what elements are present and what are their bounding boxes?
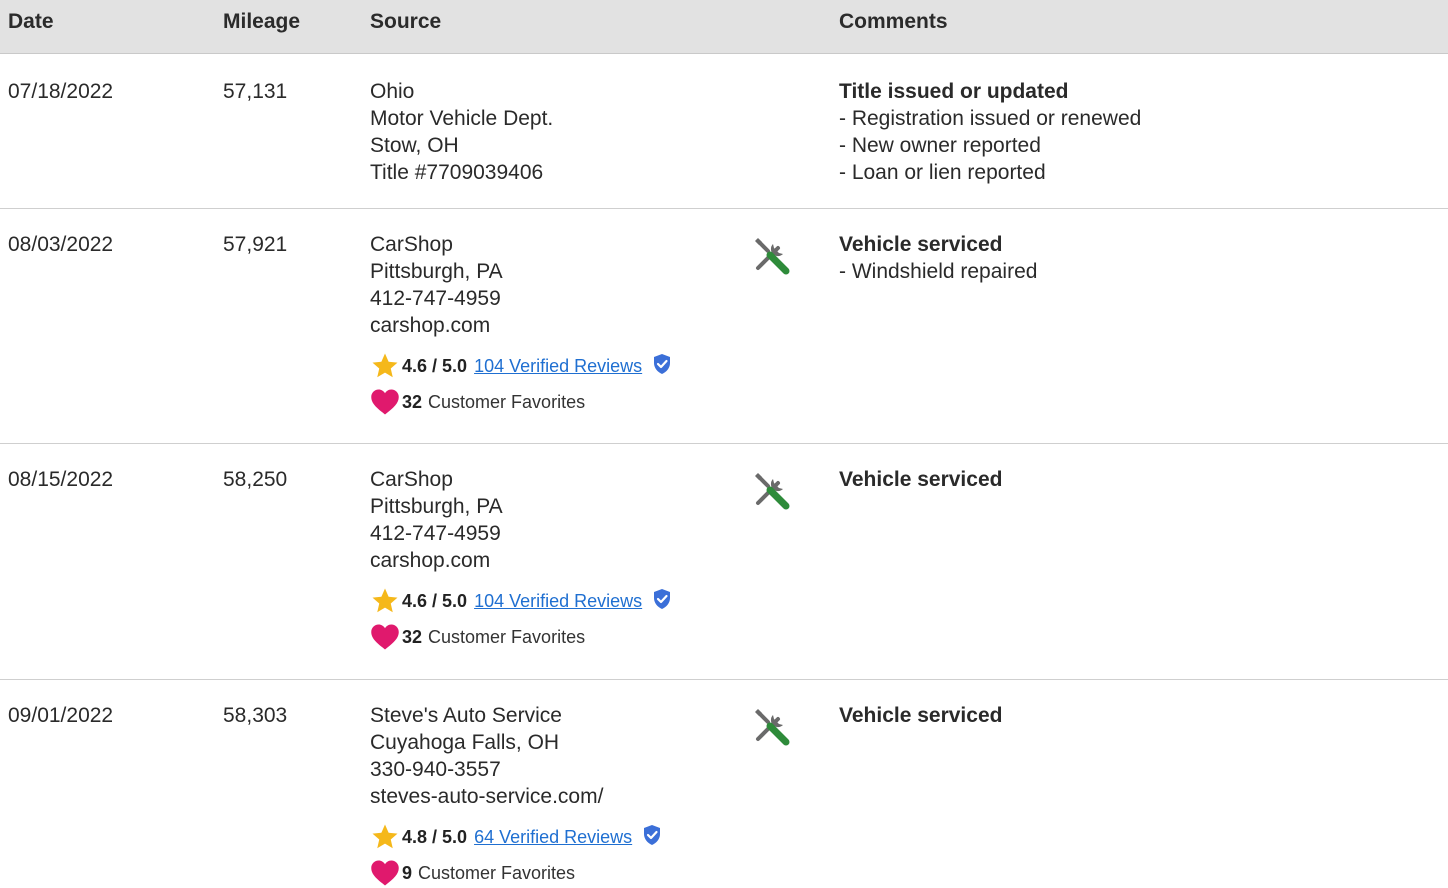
rating-value: 4.6 / 5.0 [402, 590, 468, 611]
source-line: Stow, OH [370, 134, 459, 157]
heart-icon [370, 858, 402, 888]
header-mileage[interactable]: Mileage [223, 10, 300, 34]
row-date: 08/03/2022 [8, 233, 114, 256]
row-date: 07/18/2022 [8, 80, 114, 103]
verified-shield-icon [652, 588, 672, 615]
shop-meta: 4.8 / 5.0 64 Verified Reviews 9 Customer… [370, 824, 662, 886]
row-comments: Vehicle serviced - Windshield repaired [839, 231, 1037, 285]
source-line: CarShop [370, 233, 453, 256]
row-mileage: 58,250 [223, 468, 288, 491]
star-icon [370, 586, 402, 616]
service-tools-icon [752, 706, 792, 753]
vehicle-history-table: Date Mileage Source Comments 07/18/2022 … [0, 0, 1448, 888]
verified-reviews-link[interactable]: 104 Verified Reviews [474, 356, 642, 377]
row-comments: Title issued or updated - Registration i… [839, 78, 1141, 186]
row-mileage: 58,303 [223, 704, 288, 727]
verified-shield-icon [652, 353, 672, 380]
table-header: Date Mileage Source Comments [0, 0, 1448, 54]
favorites-row: 32 Customer Favorites [370, 389, 672, 415]
star-icon [370, 822, 402, 852]
heart-icon [370, 622, 402, 652]
favorites-label: Customer Favorites [428, 391, 586, 412]
favorites-row: 32 Customer Favorites [370, 624, 672, 650]
source-line: 412-747-4959 [370, 522, 501, 545]
comment-item: - New owner reported [839, 134, 1041, 157]
service-tools-icon [752, 470, 792, 517]
comment-item: - Registration issued or renewed [839, 107, 1142, 130]
rating-row: 4.6 / 5.0 104 Verified Reviews [370, 588, 672, 614]
row-source: Ohio Motor Vehicle Dept. Stow, OH Title … [370, 78, 553, 186]
source-line[interactable]: carshop.com [370, 312, 503, 339]
header-date[interactable]: Date [8, 10, 54, 34]
favorites-count: 9 [402, 862, 413, 883]
star-icon [370, 351, 402, 381]
table-row: 07/18/2022 57,131 Ohio Motor Vehicle Dep… [0, 54, 1448, 209]
row-date: 09/01/2022 [8, 704, 114, 727]
row-source: CarShop Pittsburgh, PA 412-747-4959 cars… [370, 231, 503, 339]
favorites-label: Customer Favorites [418, 862, 576, 883]
row-source: Steve's Auto Service Cuyahoga Falls, OH … [370, 702, 603, 810]
comment-title: Vehicle serviced [839, 468, 1003, 491]
heart-icon [370, 387, 402, 417]
favorites-count: 32 [402, 626, 423, 647]
verified-reviews-link[interactable]: 104 Verified Reviews [474, 591, 642, 612]
source-line: Steve's Auto Service [370, 704, 562, 727]
rating-row: 4.8 / 5.0 64 Verified Reviews [370, 824, 662, 850]
source-line: Cuyahoga Falls, OH [370, 731, 560, 754]
row-mileage: 57,131 [223, 80, 288, 103]
rating-value: 4.8 / 5.0 [402, 826, 468, 847]
comment-title: Vehicle serviced [839, 233, 1003, 256]
shop-meta: 4.6 / 5.0 104 Verified Reviews 32 Custom… [370, 353, 672, 415]
source-line: 330-940-3557 [370, 758, 501, 781]
source-line: Pittsburgh, PA [370, 260, 503, 283]
source-line[interactable]: steves-auto-service.com/ [370, 783, 603, 810]
table-row: 08/03/2022 57,921 CarShop Pittsburgh, PA… [0, 209, 1448, 444]
source-line: CarShop [370, 468, 453, 491]
comment-item: - Loan or lien reported [839, 161, 1046, 184]
header-source[interactable]: Source [370, 10, 441, 34]
source-line: 412-747-4959 [370, 287, 501, 310]
rating-row: 4.6 / 5.0 104 Verified Reviews [370, 353, 672, 379]
comment-item: - Windshield repaired [839, 260, 1038, 283]
verified-shield-icon [642, 824, 662, 851]
verified-reviews-link[interactable]: 64 Verified Reviews [474, 827, 632, 848]
source-line: Pittsburgh, PA [370, 495, 503, 518]
source-line[interactable]: carshop.com [370, 547, 503, 574]
service-tools-icon [752, 235, 792, 282]
comment-title: Title issued or updated [839, 80, 1069, 103]
table-row: 09/01/2022 58,303 Steve's Auto Service C… [0, 680, 1448, 888]
favorites-label: Customer Favorites [428, 626, 586, 647]
rating-value: 4.6 / 5.0 [402, 355, 468, 376]
source-line: Motor Vehicle Dept. [370, 107, 554, 130]
favorites-count: 32 [402, 391, 423, 412]
favorites-row: 9 Customer Favorites [370, 860, 662, 886]
comment-title: Vehicle serviced [839, 704, 1003, 727]
header-comments[interactable]: Comments [839, 10, 948, 34]
source-line: Ohio [370, 80, 415, 103]
row-date: 08/15/2022 [8, 468, 114, 491]
table-row: 08/15/2022 58,250 CarShop Pittsburgh, PA… [0, 444, 1448, 680]
row-source: CarShop Pittsburgh, PA 412-747-4959 cars… [370, 466, 503, 574]
row-comments: Vehicle serviced [839, 466, 1002, 493]
row-comments: Vehicle serviced [839, 702, 1002, 729]
row-mileage: 57,921 [223, 233, 288, 256]
source-line: Title #7709039406 [370, 161, 544, 184]
shop-meta: 4.6 / 5.0 104 Verified Reviews 32 Custom… [370, 588, 672, 650]
